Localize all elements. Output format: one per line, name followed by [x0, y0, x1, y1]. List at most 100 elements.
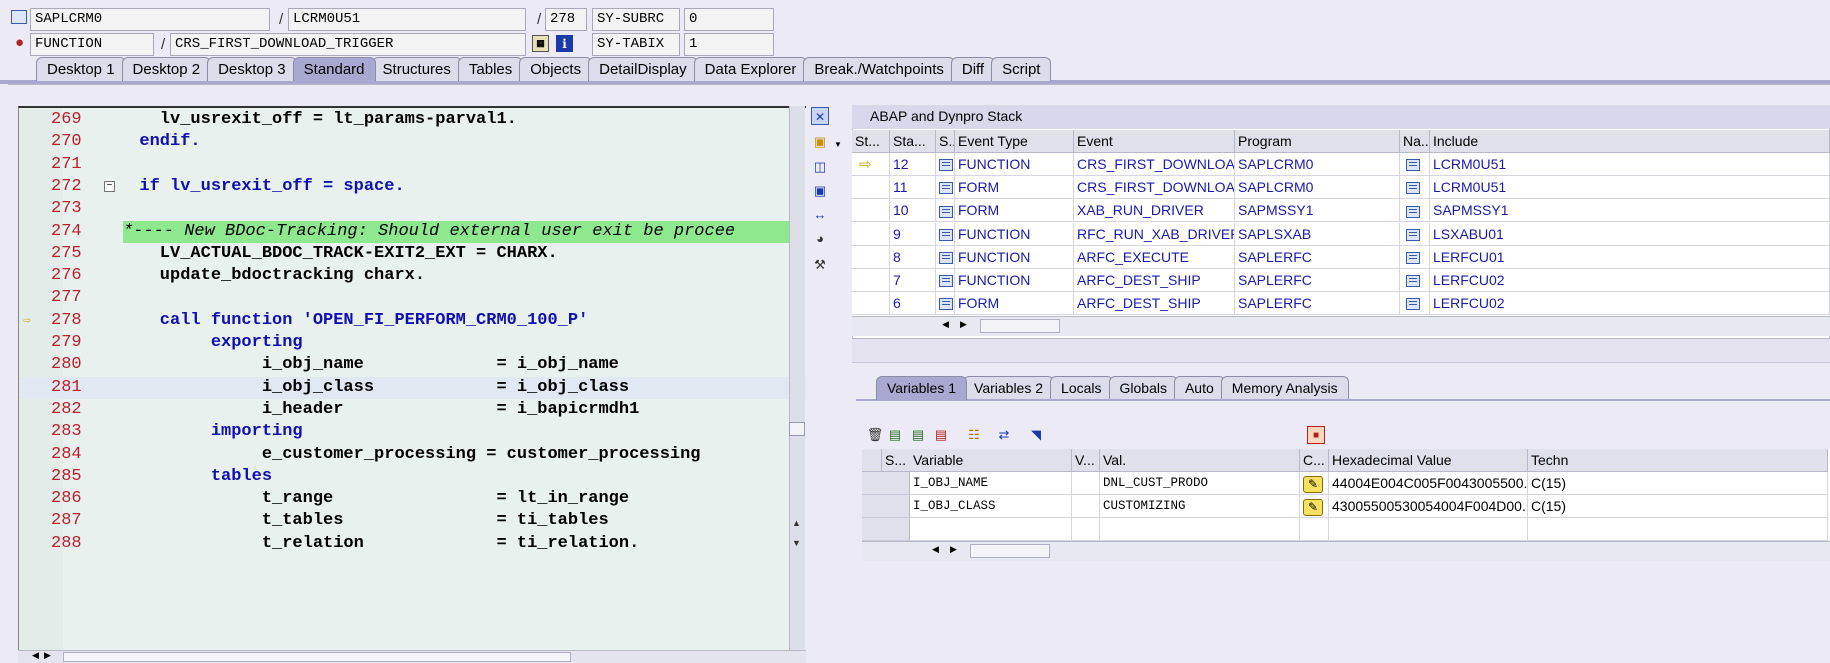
tab-globals[interactable]: Globals: [1108, 376, 1178, 400]
scroll-thumb[interactable]: [980, 319, 1060, 333]
scroll-right-icon[interactable]: ▶: [950, 544, 957, 555]
name-field[interactable]: CRS_FIRST_DOWNLOAD_TRIGGER: [170, 33, 526, 56]
line-number[interactable]: 286: [51, 488, 105, 510]
fullscreen-icon[interactable]: ▣: [811, 182, 829, 200]
tools-icon[interactable]: ⚒: [811, 256, 829, 274]
code-line[interactable]: 270 endif.: [19, 131, 806, 153]
navigate-icon[interactable]: [1406, 275, 1420, 288]
delete-icon[interactable]: 🗑: [866, 426, 884, 444]
line-number[interactable]: 288: [51, 533, 105, 555]
code-line[interactable]: 279 exporting: [19, 332, 806, 354]
navigate-icon[interactable]: [1406, 159, 1420, 172]
scroll-thumb[interactable]: [63, 652, 571, 662]
tab-diff[interactable]: Diff: [950, 57, 996, 81]
row-selector-header[interactable]: [862, 449, 882, 472]
tab-objects[interactable]: Objects: [519, 57, 593, 81]
tab-desktop-1[interactable]: Desktop 1: [36, 57, 126, 81]
column-header[interactable]: V...: [1072, 449, 1100, 472]
tab-desktop-2[interactable]: Desktop 2: [121, 57, 212, 81]
code-line[interactable]: 276 update_bdoctracking charx.: [19, 265, 806, 287]
column-header[interactable]: St...: [852, 130, 890, 153]
line-number-field[interactable]: 278: [545, 8, 587, 31]
code-line[interactable]: 286 t_range = lt_in_range: [19, 488, 806, 510]
code-line[interactable]: 269 lv_usrexit_off = lt_params-parval1.: [19, 109, 806, 131]
code-line[interactable]: 287 t_tables = ti_tables: [19, 510, 806, 532]
scroll-thumb[interactable]: [970, 544, 1050, 558]
tab-structures[interactable]: Structures: [371, 57, 462, 81]
column-header[interactable]: Val.: [1100, 449, 1300, 472]
column-header[interactable]: Hexadecimal Value: [1329, 449, 1528, 472]
variable-name-cell[interactable]: I_OBJ_NAME: [910, 472, 1072, 495]
variable-name-cell[interactable]: [910, 518, 1072, 541]
program-field[interactable]: SAPLCRM0: [30, 8, 270, 31]
line-number[interactable]: 274: [51, 221, 105, 243]
include-field[interactable]: LCRM0U51: [288, 8, 526, 31]
variable-value-cell[interactable]: [1100, 518, 1300, 541]
row-selector[interactable]: [862, 518, 910, 541]
column-header[interactable]: Sta...: [890, 130, 936, 153]
variables-horizontal-scrollbar[interactable]: ◀ ▶: [862, 541, 1830, 561]
scroll-left-icon[interactable]: ◀: [932, 544, 939, 555]
code-line[interactable]: 283 importing: [19, 421, 806, 443]
line-number[interactable]: 282: [51, 399, 105, 421]
splitter[interactable]: [852, 339, 1830, 363]
line-number[interactable]: 270: [51, 131, 105, 153]
line-number[interactable]: 284: [51, 444, 105, 466]
code-line[interactable]: 281 i_obj_class = i_obj_class: [19, 376, 806, 399]
code-line[interactable]: 275 LV_ACTUAL_BDOC_TRACK-EXIT2_EXT = CHA…: [19, 243, 806, 265]
layout-icon[interactable]: ◫: [811, 158, 829, 176]
tab-auto[interactable]: Auto: [1173, 376, 1225, 400]
line-number[interactable]: 277: [51, 287, 105, 309]
line-number[interactable]: 273: [51, 198, 105, 220]
headset-icon[interactable]: ◕: [811, 230, 829, 248]
close-icon[interactable]: ✕: [811, 107, 829, 125]
tab-desktop-3[interactable]: Desktop 3: [207, 57, 297, 81]
code-line[interactable]: 272− if lv_usrexit_off = space.: [19, 176, 806, 198]
save-variables-icon[interactable]: ▤: [909, 426, 927, 444]
line-number[interactable]: 287: [51, 510, 105, 532]
column-header[interactable]: Event: [1074, 130, 1235, 153]
stack-horizontal-scrollbar[interactable]: ◀ ▶: [852, 316, 1830, 336]
new-document-icon[interactable]: ▣: [811, 133, 829, 151]
line-number[interactable]: 283: [51, 421, 105, 443]
tab-variables-2[interactable]: Variables 2: [963, 376, 1055, 400]
load-icon[interactable]: ▤: [886, 426, 904, 444]
tab-break-watchpoints[interactable]: Break./Watchpoints: [803, 57, 955, 81]
sy-subrc-value[interactable]: 0: [684, 8, 774, 31]
variable-value-cell[interactable]: DNL_CUST_PRODO: [1100, 472, 1300, 495]
line-number[interactable]: 269: [51, 109, 105, 131]
navigate-icon[interactable]: [1406, 298, 1420, 311]
scroll-right-icon[interactable]: ▶: [960, 319, 967, 330]
tab-script[interactable]: Script: [991, 57, 1052, 81]
structure-icon[interactable]: ☷: [965, 426, 983, 444]
code-line[interactable]: 274 *---- New BDoc-Tracking: Should exter…: [19, 220, 806, 243]
column-header[interactable]: C...: [1300, 449, 1329, 472]
scroll-down-icon[interactable]: ▲: [792, 518, 801, 528]
transfer-icon[interactable]: ⇄: [995, 426, 1013, 444]
editor-horizontal-scrollbar[interactable]: ◀ ▶: [18, 650, 806, 663]
column-header[interactable]: S...: [882, 449, 912, 472]
column-header[interactable]: Variable: [910, 449, 1072, 472]
scroll-left-icon[interactable]: ◀: [32, 650, 39, 661]
code-line[interactable]: 288 t_relation = ti_relation.: [19, 533, 806, 555]
navigate-icon[interactable]: [1406, 252, 1420, 265]
scroll-right-icon[interactable]: ▶: [44, 650, 51, 661]
code-line[interactable]: 284 e_customer_processing = customer_pro…: [19, 444, 806, 466]
line-number[interactable]: 279: [51, 332, 105, 354]
type-field[interactable]: FUNCTION: [30, 33, 154, 56]
variable-value-cell[interactable]: CUSTOMIZING: [1100, 495, 1300, 518]
line-number[interactable]: 275: [51, 243, 105, 265]
change-value-cell[interactable]: ✎: [1300, 472, 1329, 495]
pencil-icon[interactable]: ✎: [1303, 499, 1323, 516]
code-line[interactable]: 273: [19, 198, 806, 220]
scroll-left-icon[interactable]: ◀: [942, 319, 949, 330]
tab-variables-1[interactable]: Variables 1: [876, 376, 968, 400]
column-header[interactable]: Techn: [1528, 449, 1828, 472]
source-code-editor[interactable]: 269 lv_usrexit_off = lt_params-parval1. 2…: [18, 106, 806, 654]
folder-icon[interactable]: ◥: [1027, 426, 1045, 444]
info-icon[interactable]: i: [556, 35, 573, 52]
display-object-icon[interactable]: ▦: [532, 35, 549, 52]
tab-memory-analysis[interactable]: Memory Analysis: [1220, 376, 1349, 400]
change-value-cell[interactable]: [1300, 518, 1329, 541]
variable-name-cell[interactable]: I_OBJ_CLASS: [910, 495, 1072, 518]
